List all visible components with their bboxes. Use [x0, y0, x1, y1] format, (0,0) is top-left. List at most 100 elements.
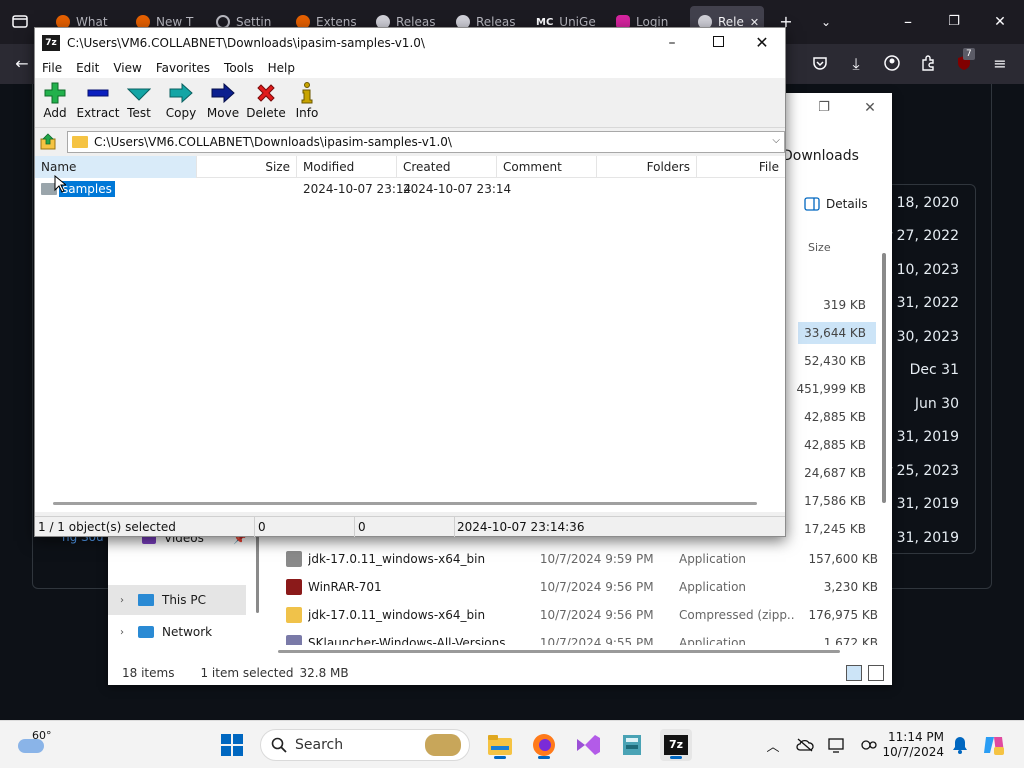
pocket-icon[interactable] [810, 54, 830, 74]
network-icon [138, 626, 154, 638]
horizontal-scrollbar[interactable] [53, 502, 757, 505]
extensions-icon[interactable] [918, 54, 938, 74]
chevron-down-icon[interactable]: ⌄ [816, 12, 836, 32]
exe-icon [286, 635, 302, 645]
network-settings-icon[interactable] [860, 736, 878, 754]
release-date: c 31, 2022 [884, 295, 960, 311]
file-list-view[interactable]: Name Size Modified Created Comment Folde… [35, 156, 785, 512]
chevron-up-icon[interactable]: ︿ [764, 736, 782, 755]
status-size: 0 [255, 517, 355, 537]
firefox-taskbar-icon[interactable] [528, 729, 560, 761]
details-view-icon[interactable] [846, 665, 862, 681]
column-header-created[interactable]: Created [397, 156, 497, 178]
chevron-right-icon[interactable]: › [120, 595, 130, 606]
notifications-button[interactable] [944, 729, 976, 761]
table-row[interactable]: samples 2024-10-07 23:14 2024-10-07 23:1… [35, 178, 785, 200]
mouse-cursor-icon [54, 175, 66, 193]
close-icon[interactable]: ✕ [990, 12, 1010, 32]
status-selection: 1 / 1 object(s) selected [35, 517, 255, 537]
restore-icon[interactable]: ❐ [814, 98, 834, 118]
menu-tools[interactable]: Tools [217, 61, 261, 75]
exe-icon [286, 551, 302, 567]
menu-favorites[interactable]: Favorites [149, 61, 217, 75]
delete-button[interactable]: Delete [244, 81, 288, 125]
weather-widget[interactable]: 60° [18, 729, 58, 761]
address-combobox[interactable]: C:\Users\VM6.COLLABNET\Downloads\ipasim-… [67, 131, 785, 153]
release-date: r 25, 2023 [886, 463, 959, 479]
menu-view[interactable]: View [106, 61, 148, 75]
file-row[interactable]: SKlauncher-Windows-All-Versions 10/7/202… [278, 629, 878, 645]
details-pane-button[interactable]: Details [804, 197, 868, 211]
created-cell: 2024-10-07 23:14 [403, 182, 512, 196]
folder-up-button[interactable] [38, 131, 60, 153]
cloud-offline-icon[interactable] [796, 736, 814, 754]
modified-cell: 2024-10-07 23:14 [303, 182, 412, 196]
column-header-comment[interactable]: Comment [497, 156, 597, 178]
release-date: Dec 31 [909, 362, 959, 378]
taskbar-search[interactable]: Search [260, 729, 470, 761]
file-row[interactable]: jdk-17.0.11_windows-x64_bin 10/7/2024 9:… [278, 545, 878, 573]
list-header: Name Size Modified Created Comment Folde… [35, 156, 785, 178]
copy-button[interactable]: Copy [159, 81, 203, 125]
file-row[interactable]: jdk-17.0.11_windows-x64_bin 10/7/2024 9:… [278, 601, 878, 629]
minimize-button[interactable]: – [649, 28, 695, 58]
extract-button[interactable]: Extract [76, 81, 120, 125]
nav-item-this-pc[interactable]: › This PC [108, 585, 246, 615]
delete-icon [251, 81, 281, 105]
maximize-button[interactable] [695, 28, 741, 58]
system-tray: ︿ [764, 721, 878, 768]
display-icon[interactable] [828, 736, 846, 754]
back-arrow-icon[interactable]: ← [12, 54, 32, 74]
bell-icon [953, 737, 967, 754]
column-header-files[interactable]: File [697, 156, 785, 178]
explorer-location: Downloads [782, 148, 859, 164]
close-button[interactable]: ✕ [739, 28, 785, 58]
menu-file[interactable]: File [35, 61, 69, 75]
tab-list-icon[interactable] [10, 12, 30, 32]
copilot-button[interactable] [978, 729, 1010, 761]
chevron-down-icon[interactable]: ⌵ [772, 135, 780, 146]
move-button[interactable]: Move [201, 81, 245, 125]
size-column-header[interactable]: Size [808, 241, 831, 254]
minimize-icon[interactable]: – [898, 12, 918, 32]
menu-edit[interactable]: Edit [69, 61, 106, 75]
info-button[interactable]: Info [285, 81, 329, 125]
file-explorer-taskbar-icon[interactable] [484, 729, 516, 761]
nav-scrollbar[interactable] [256, 533, 259, 613]
sevenzip-titlebar[interactable]: 7z C:\Users\VM6.COLLABNET\Downloads\ipas… [35, 28, 785, 58]
extract-icon [83, 81, 113, 105]
address-bar: C:\Users\VM6.COLLABNET\Downloads\ipasim-… [35, 129, 785, 155]
menu-icon[interactable]: ≡ [990, 54, 1010, 74]
restore-icon[interactable]: ❐ [944, 12, 964, 32]
column-header-size[interactable]: Size [197, 156, 297, 178]
horizontal-scrollbar[interactable] [278, 650, 840, 653]
sevenzip-taskbar-icon[interactable]: 7z [660, 729, 692, 761]
test-button[interactable]: Test [117, 81, 161, 125]
start-button[interactable] [216, 729, 248, 761]
vertical-scrollbar[interactable] [882, 253, 886, 503]
account-icon[interactable] [882, 54, 902, 74]
column-header-folders[interactable]: Folders [597, 156, 697, 178]
close-icon[interactable]: ✕ [860, 98, 880, 118]
chevron-right-icon[interactable]: › [120, 627, 130, 638]
menu-help[interactable]: Help [261, 61, 302, 75]
archive-app-taskbar-icon[interactable] [616, 729, 648, 761]
status-modified: 2024-10-07 23:14:36 [457, 520, 585, 534]
add-button[interactable]: Add [33, 81, 77, 125]
active-indicator [670, 756, 682, 759]
sevenzip-app-icon: 7z [42, 35, 60, 51]
add-icon [40, 81, 70, 105]
column-header-modified[interactable]: Modified [297, 156, 397, 178]
nav-item-network[interactable]: › Network [108, 617, 253, 647]
tiles-view-icon[interactable] [868, 665, 884, 681]
file-row[interactable]: WinRAR-701 10/7/2024 9:56 PM Application… [278, 573, 878, 601]
active-indicator [494, 756, 506, 759]
clock[interactable]: 11:14 PM 10/7/2024 [880, 730, 944, 760]
firefox-icon [533, 734, 555, 756]
ublock-icon[interactable]: 7 [954, 48, 975, 74]
windows-logo-icon [221, 734, 243, 756]
download-icon[interactable]: ⤓ [846, 54, 866, 74]
release-date: Jun 30 [914, 396, 959, 412]
view-toggle [846, 665, 884, 681]
visual-studio-taskbar-icon[interactable] [572, 729, 604, 761]
